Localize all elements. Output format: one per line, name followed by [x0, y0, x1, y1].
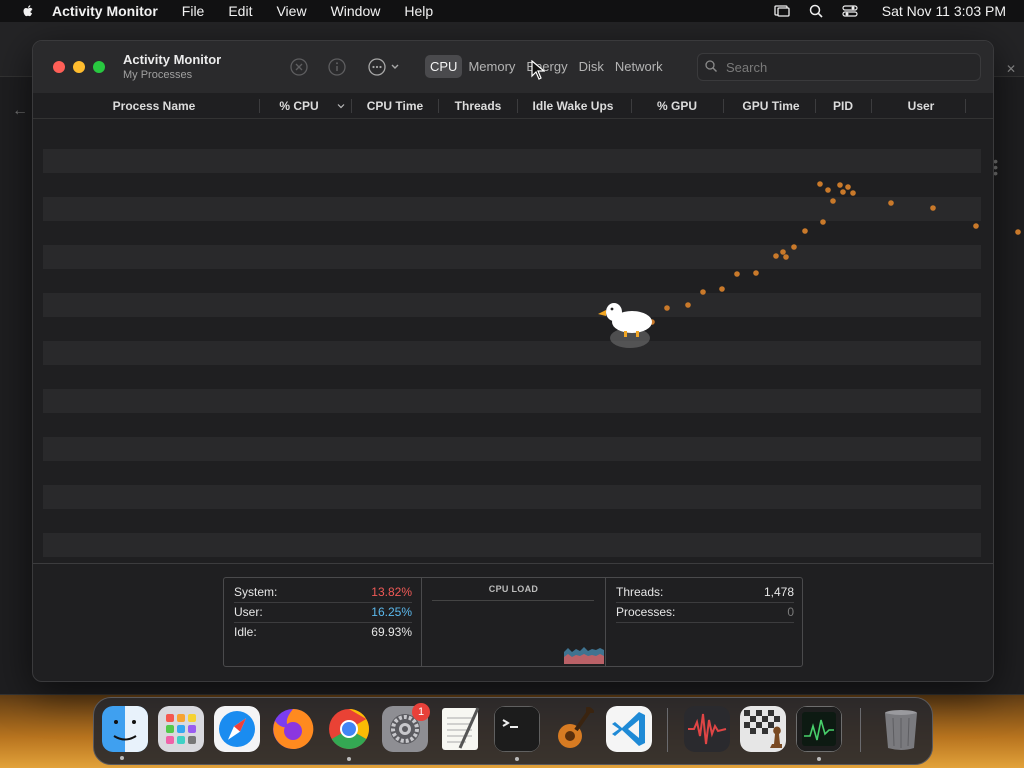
- vscode-icon[interactable]: [606, 706, 652, 752]
- mouse-cursor-icon: [531, 60, 545, 80]
- launchpad-icon[interactable]: [158, 706, 204, 752]
- desktop-goose[interactable]: [596, 296, 656, 350]
- dock: [93, 697, 933, 765]
- dock-separator: [860, 708, 861, 752]
- col-cpu-time[interactable]: CPU Time: [357, 94, 433, 118]
- menu-clock[interactable]: Sat Nov 11 3:03 PM: [882, 3, 1006, 19]
- table-row[interactable]: [43, 437, 981, 461]
- system-value: 13.82%: [371, 585, 412, 599]
- dock-separator: [667, 708, 668, 752]
- pane-divider[interactable]: [33, 563, 993, 564]
- table-row[interactable]: [43, 197, 981, 221]
- menu-file[interactable]: File: [182, 3, 205, 19]
- menu-view[interactable]: View: [276, 3, 306, 19]
- tab-memory[interactable]: Memory: [463, 55, 520, 78]
- terminal-icon[interactable]: [494, 706, 540, 752]
- col-threads[interactable]: Threads: [443, 94, 513, 118]
- chess-icon[interactable]: [740, 706, 786, 752]
- idle-value: 69.93%: [371, 625, 412, 639]
- processes-row: Processes: 0: [616, 602, 794, 623]
- garageband-icon[interactable]: [550, 706, 596, 752]
- cpu-load-title: CPU LOAD: [488, 584, 539, 594]
- threads-box: Threads: 1,478 Processes: 0: [606, 578, 802, 666]
- col-idle-wake-ups[interactable]: Idle Wake Ups: [521, 94, 625, 118]
- system-row: System: 13.82%: [234, 582, 412, 603]
- window-subtitle: My Processes: [123, 69, 193, 81]
- menu-window[interactable]: Window: [331, 3, 381, 19]
- minimize-window-button[interactable]: [73, 61, 85, 73]
- table-row[interactable]: [43, 245, 981, 269]
- table-row[interactable]: [43, 389, 981, 413]
- activity-monitor-icon[interactable]: [796, 706, 842, 752]
- view-tabs: CPU Memory Energy Disk Network: [425, 53, 669, 79]
- menu-help[interactable]: Help: [404, 3, 433, 19]
- table-row[interactable]: [43, 533, 981, 557]
- control-center-icon[interactable]: [842, 3, 858, 19]
- more-actions-icon[interactable]: [367, 57, 403, 77]
- col-pid[interactable]: PID: [819, 94, 867, 118]
- processes-label: Processes:: [616, 605, 676, 619]
- menu-edit[interactable]: Edit: [228, 3, 252, 19]
- processes-value: 0: [787, 605, 794, 619]
- menu-bar: Activity Monitor File Edit View Window H…: [0, 0, 1024, 22]
- user-label: User:: [234, 605, 263, 619]
- cpu-load-box: CPU LOAD: [422, 578, 606, 666]
- audio-waveform-icon[interactable]: [684, 706, 730, 752]
- cpu-load-graph: [564, 647, 604, 664]
- table-row[interactable]: [43, 485, 981, 509]
- menu-app-name[interactable]: Activity Monitor: [52, 3, 158, 19]
- close-icon: ✕: [1005, 62, 1016, 76]
- running-indicator: [120, 756, 124, 760]
- notification-badge: 1: [412, 703, 430, 721]
- sort-descending-icon: [337, 104, 345, 109]
- col-gpu-percent[interactable]: % GPU: [637, 94, 717, 118]
- col-cpu-percent[interactable]: % CPU: [269, 94, 329, 118]
- tab-energy[interactable]: Energy: [521, 55, 572, 78]
- threads-row: Threads: 1,478: [616, 582, 794, 603]
- col-user[interactable]: User: [877, 94, 965, 118]
- cpu-usage-box: System: 13.82% User: 16.25% Idle: 69.93%: [224, 578, 422, 666]
- user-value: 16.25%: [371, 605, 412, 619]
- table-header: Process Name % CPU CPU Time Threads Idle…: [33, 94, 993, 119]
- table-row[interactable]: [43, 149, 981, 173]
- safari-icon[interactable]: [214, 706, 260, 752]
- process-list[interactable]: [33, 119, 993, 563]
- apple-logo-icon[interactable]: [20, 3, 36, 19]
- tab-disk[interactable]: Disk: [574, 55, 609, 78]
- cpu-stats-panel: System: 13.82% User: 16.25% Idle: 69.93%…: [223, 577, 803, 667]
- zoom-window-button[interactable]: [93, 61, 105, 73]
- toolbar: Activity Monitor My Processes CPU Memory…: [33, 41, 993, 93]
- col-process-name[interactable]: Process Name: [103, 94, 205, 118]
- table-row[interactable]: [43, 293, 981, 317]
- finder-icon[interactable]: [102, 706, 148, 752]
- back-arrow-icon: ←: [12, 102, 28, 119]
- window-title: Activity Monitor: [123, 52, 222, 67]
- idle-row: Idle: 69.93%: [234, 622, 412, 642]
- screen-mirroring-icon[interactable]: [774, 3, 790, 19]
- running-indicator: [817, 757, 821, 761]
- info-icon[interactable]: [327, 57, 347, 77]
- search-icon: [705, 60, 717, 72]
- close-window-button[interactable]: [53, 61, 65, 73]
- stop-process-icon[interactable]: [289, 57, 309, 77]
- user-row: User: 16.25%: [234, 602, 412, 623]
- tab-cpu[interactable]: CPU: [425, 54, 463, 78]
- search-field[interactable]: [697, 53, 981, 81]
- running-indicator: [515, 757, 519, 761]
- trash-icon[interactable]: [878, 706, 924, 752]
- threads-value: 1,478: [763, 585, 794, 599]
- activity-monitor-window: Activity Monitor My Processes CPU Memory…: [32, 40, 994, 682]
- textedit-icon[interactable]: [438, 706, 484, 752]
- table-row[interactable]: [43, 341, 981, 365]
- idle-label: Idle:: [234, 625, 257, 639]
- col-gpu-time[interactable]: GPU Time: [729, 94, 813, 118]
- tab-network[interactable]: Network: [610, 55, 668, 78]
- search-input[interactable]: [724, 57, 968, 77]
- system-label: System:: [234, 585, 278, 599]
- chrome-icon[interactable]: [326, 706, 372, 752]
- firefox-icon[interactable]: [270, 706, 316, 752]
- search-icon[interactable]: [808, 3, 824, 19]
- running-indicator: [347, 757, 351, 761]
- threads-label: Threads:: [616, 585, 664, 599]
